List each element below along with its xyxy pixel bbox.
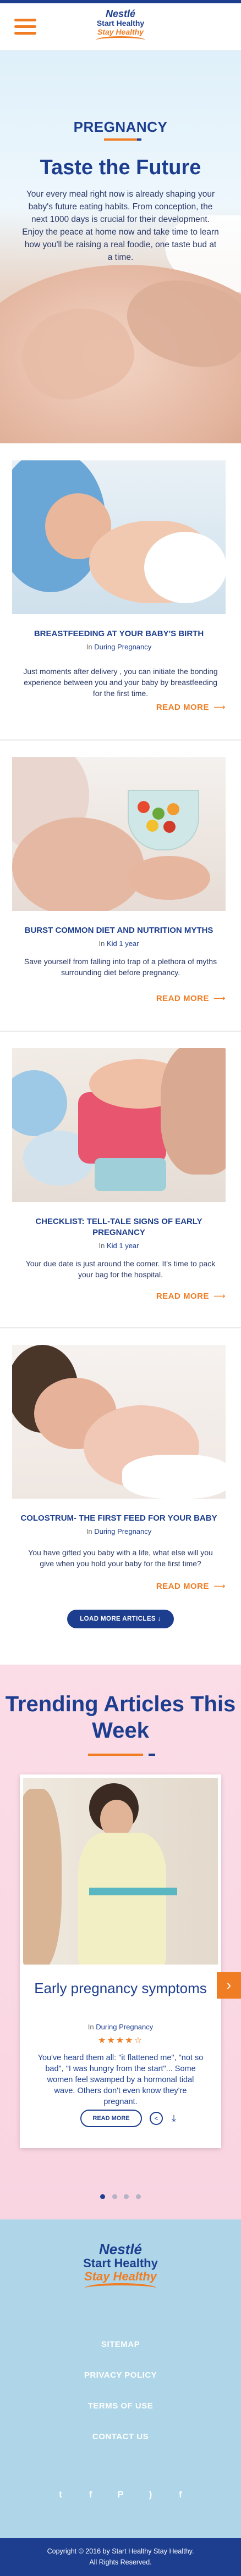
article-image-checklist[interactable] bbox=[12, 1048, 226, 1202]
carousel-dot[interactable] bbox=[112, 2194, 117, 2199]
article-description: Just moments after delivery , you can in… bbox=[23, 667, 218, 698]
article-description: Save yourself from falling into trap of … bbox=[24, 957, 217, 977]
category-link[interactable]: Kid 1 year bbox=[107, 939, 139, 948]
card-description: You've heard them all: "it flattened me"… bbox=[37, 2054, 204, 2106]
rss-icon[interactable]: ) bbox=[144, 2489, 156, 2501]
trending-section: Trending Articles This Week Early pregna… bbox=[0, 1665, 241, 2219]
section-rule bbox=[88, 1754, 143, 1756]
logo-brand: Nestlé bbox=[98, 2241, 143, 2257]
logo-line-stay: Stay Healthy bbox=[84, 2269, 157, 2283]
logo-arc bbox=[85, 2283, 156, 2293]
category-link[interactable]: Kid 1 year bbox=[107, 1242, 139, 1250]
article-image-diet[interactable] bbox=[12, 757, 226, 911]
category-link[interactable]: During Pregnancy bbox=[94, 1527, 151, 1535]
article-image-breastfeeding[interactable] bbox=[12, 460, 226, 614]
carousel-next-button[interactable]: › bbox=[217, 1972, 241, 1999]
star-rating: ★★★★☆ bbox=[98, 2036, 143, 2045]
menu-icon[interactable] bbox=[14, 19, 36, 35]
load-more-button[interactable]: LOAD MORE ARTICLES ↓ bbox=[67, 1610, 174, 1628]
logo-brand: Nestlé bbox=[105, 8, 136, 19]
section-rule bbox=[104, 138, 137, 141]
arrow-right-icon: ⟶ bbox=[213, 1582, 226, 1591]
read-more-link[interactable]: READ MORE ⟶ bbox=[156, 1581, 226, 1591]
chevron-right-icon: › bbox=[226, 1977, 232, 1993]
article-category: In Kid 1 year bbox=[98, 939, 139, 948]
site-header: Nestlé Start Healthy Stay Healthy bbox=[0, 3, 241, 51]
article-card[interactable]: COLOSTRUM- THE FIRST FEED FOR YOUR BABY … bbox=[0, 1328, 241, 1593]
article-title[interactable]: COLOSTRUM- THE FIRST FEED FOR YOUR BABY bbox=[12, 1513, 226, 1524]
read-more-link[interactable]: READ MORE ⟶ bbox=[156, 702, 226, 712]
site-footer: Nestlé Start Healthy Stay Healthy SITEMA… bbox=[0, 2219, 241, 2576]
logo-arc bbox=[96, 36, 145, 44]
read-more-button[interactable]: READ MORE bbox=[80, 2110, 142, 2127]
card-title[interactable]: Early pregnancy symptoms bbox=[20, 1979, 221, 1998]
article-category: In During Pregnancy bbox=[86, 1527, 152, 1535]
logo-line-stay: Stay Healthy bbox=[97, 27, 144, 36]
site-logo[interactable]: Nestlé Start Healthy Stay Healthy bbox=[92, 9, 149, 45]
read-more-link[interactable]: READ MORE ⟶ bbox=[156, 1291, 226, 1301]
hero-text: Your every meal right now is already sha… bbox=[22, 190, 219, 262]
footer-link-sitemap[interactable]: SITEMAP bbox=[0, 2329, 241, 2360]
twitter-icon[interactable]: t bbox=[54, 2489, 67, 2501]
article-category: In During Pregnancy bbox=[86, 643, 152, 651]
arrow-down-icon: ↓ bbox=[157, 1616, 161, 1622]
article-description: Your due date is just around the corner.… bbox=[25, 1259, 216, 1279]
share-icon[interactable]: < bbox=[150, 2112, 163, 2125]
facebook-f-icon[interactable]: f bbox=[174, 2489, 187, 2501]
carousel-dot[interactable] bbox=[100, 2194, 106, 2199]
footer-links: SITEMAP PRIVACY POLICY TERMS OF USE CONT… bbox=[0, 2329, 241, 2452]
arrow-right-icon: ⟶ bbox=[213, 994, 226, 1003]
social-links: t f P ) f bbox=[0, 2489, 241, 2501]
hero-heading: Taste the Future bbox=[40, 156, 201, 179]
carousel-dots bbox=[0, 2192, 241, 2202]
copyright-line: Copyright © 2016 by Start Healthy Stay H… bbox=[47, 2547, 194, 2555]
footer-link-contact[interactable]: CONTACT US bbox=[0, 2422, 241, 2452]
facebook-icon[interactable]: f bbox=[85, 2489, 97, 2501]
article-card[interactable]: BURST COMMON DIET AND NUTRITION MYTHS In… bbox=[0, 741, 241, 1032]
article-title[interactable]: BREASTFEEDING AT YOUR BABY'S BIRTH bbox=[12, 628, 226, 639]
footer-logo[interactable]: Nestlé Start Healthy Stay Healthy bbox=[81, 2241, 160, 2302]
category-link[interactable]: During Pregnancy bbox=[96, 2023, 153, 2031]
article-category: In Kid 1 year bbox=[98, 1242, 139, 1250]
section-label: PREGNANCY bbox=[73, 119, 168, 135]
section-rule-accent bbox=[149, 1754, 155, 1756]
copyright: Copyright © 2016 by Start Healthy Stay H… bbox=[0, 2538, 241, 2576]
trending-card-image[interactable] bbox=[23, 1778, 218, 1965]
hero-section: PREGNANCY Taste the Future Your every me… bbox=[0, 51, 241, 443]
trending-heading: Trending Articles This Week bbox=[5, 1692, 236, 1743]
read-more-link[interactable]: READ MORE ⟶ bbox=[156, 993, 226, 1003]
arrow-right-icon: ⟶ bbox=[213, 703, 226, 712]
section-rule-accent bbox=[137, 138, 141, 141]
carousel-dot[interactable] bbox=[124, 2194, 129, 2199]
carousel-dot[interactable] bbox=[135, 2194, 141, 2199]
footer-link-terms[interactable]: TERMS OF USE bbox=[0, 2391, 241, 2422]
copyright-rights: All Rights Reserved. bbox=[89, 2558, 152, 2566]
pinterest-icon[interactable]: P bbox=[114, 2489, 127, 2501]
logo-line-start: Start Healthy bbox=[83, 2256, 158, 2270]
category-link[interactable]: During Pregnancy bbox=[94, 643, 151, 651]
article-title[interactable]: BURST COMMON DIET AND NUTRITION MYTHS bbox=[12, 925, 226, 936]
article-image-colostrum[interactable] bbox=[12, 1345, 226, 1499]
trending-card[interactable]: Early pregnancy symptoms In During Pregn… bbox=[20, 1774, 221, 2148]
card-category: In During Pregnancy bbox=[87, 2023, 154, 2031]
download-icon[interactable]: ⤓ bbox=[167, 2112, 180, 2125]
arrow-right-icon: ⟶ bbox=[213, 1292, 226, 1301]
logo-line-start: Start Healthy bbox=[96, 19, 145, 27]
article-card[interactable]: BREASTFEEDING AT YOUR BABY'S BIRTH In Du… bbox=[0, 444, 241, 741]
article-description: You have gifted you baby with a life, wh… bbox=[28, 1548, 213, 1568]
footer-link-privacy[interactable]: PRIVACY POLICY bbox=[0, 2360, 241, 2391]
article-title[interactable]: CHECKLIST: TELL-TALE SIGNS OF EARLY PREG… bbox=[12, 1216, 226, 1238]
article-card[interactable]: CHECKLIST: TELL-TALE SIGNS OF EARLY PREG… bbox=[0, 1032, 241, 1328]
